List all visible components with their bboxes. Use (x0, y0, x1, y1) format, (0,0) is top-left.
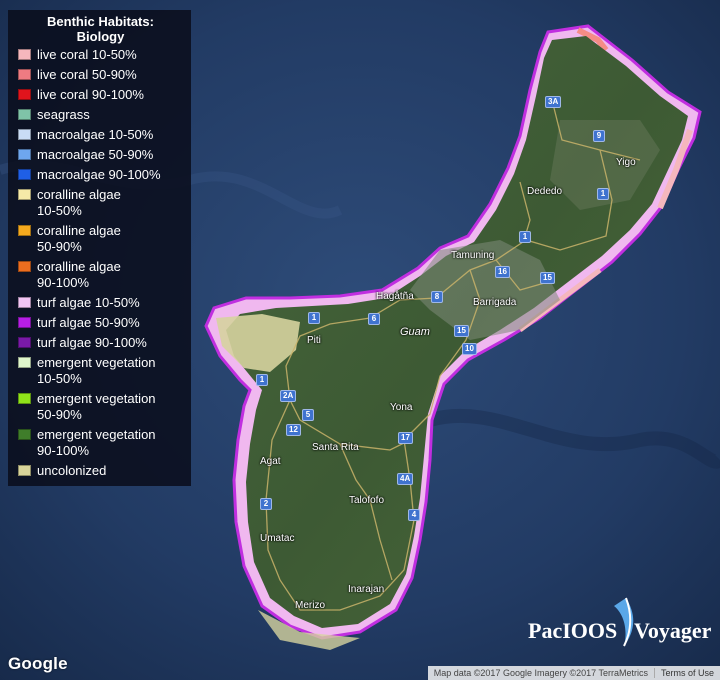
legend-swatch (18, 225, 31, 236)
legend-label: coralline algae 50-90% (37, 223, 121, 254)
legend-item: turf algae 10-50% (16, 295, 185, 311)
legend-item: live coral 10-50% (16, 47, 185, 63)
google-logo[interactable]: Google (8, 654, 68, 674)
legend-item: live coral 50-90% (16, 67, 185, 83)
legend-label: coralline algae 10-50% (37, 187, 121, 218)
legend-label: macroalgae 90-100% (37, 167, 161, 182)
place-dededo: Dededo (527, 186, 563, 197)
legend-swatch (18, 49, 31, 60)
legend-label: turf algae 10-50% (37, 295, 140, 310)
legend-swatch (18, 297, 31, 308)
place-umatac: Umatac (260, 533, 295, 544)
legend-swatch (18, 89, 31, 100)
legend-label: turf algae 90-100% (37, 335, 147, 350)
route-shield: 1 (308, 312, 320, 324)
legend-item: coralline algae 90-100% (16, 259, 185, 291)
route-shield: 17 (398, 432, 413, 444)
legend-swatch (18, 465, 31, 476)
legend-label: emergent vegetation 50-90% (37, 391, 156, 422)
legend-label: live coral 50-90% (37, 67, 137, 82)
legend-item: live coral 90-100% (16, 87, 185, 103)
legend-swatch (18, 149, 31, 160)
route-shield: 2A (280, 390, 297, 402)
route-shield: 15 (540, 272, 555, 284)
place-agat: Agat (260, 456, 281, 467)
legend-swatch (18, 129, 31, 140)
pacioos-voyager-logo[interactable]: PacIOOS Voyager (528, 596, 712, 656)
legend-label: live coral 90-100% (37, 87, 144, 102)
route-shield: 2 (260, 498, 272, 510)
legend-swatch (18, 357, 31, 368)
route-shield: 10 (462, 343, 477, 355)
legend-swatch (18, 109, 31, 120)
legend-label: emergent vegetation 90-100% (37, 427, 156, 458)
route-shield: 16 (495, 266, 510, 278)
route-shield: 6 (368, 313, 380, 325)
legend-item: emergent vegetation 10-50% (16, 355, 185, 387)
terms-of-use-link[interactable]: Terms of Use (653, 668, 720, 678)
legend-item: emergent vegetation 50-90% (16, 391, 185, 423)
legend-label: macroalgae 50-90% (37, 147, 154, 162)
legend-item: macroalgae 90-100% (16, 167, 185, 183)
place-guam: Guam (400, 326, 430, 338)
legend-swatch (18, 317, 31, 328)
legend-item: coralline algae 50-90% (16, 223, 185, 255)
route-shield: 5 (302, 409, 314, 421)
place-piti: Piti (307, 335, 321, 346)
legend-swatch (18, 393, 31, 404)
legend-title: Benthic Habitats: Biology (16, 14, 185, 44)
pacioos-wordmark: PacIOOS (528, 618, 618, 643)
place-santa-rita: Santa Rita (312, 442, 359, 453)
legend-label: emergent vegetation 10-50% (37, 355, 156, 386)
map-data-credit: Map data ©2017 Google Imagery ©2017 Terr… (433, 668, 648, 678)
legend-label: turf algae 50-90% (37, 315, 140, 330)
legend-label: live coral 10-50% (37, 47, 137, 62)
place-merizo: Merizo (295, 600, 326, 611)
place-talofofo: Talofofo (349, 495, 385, 506)
legend-item: uncolonized (16, 463, 185, 479)
route-shield: 15 (454, 325, 469, 337)
legend-item: emergent vegetation 90-100% (16, 427, 185, 459)
legend-label: coralline algae 90-100% (37, 259, 121, 290)
map-attribution: Map data ©2017 Google Imagery ©2017 Terr… (427, 666, 720, 680)
place-tamuning: Tamuning (451, 250, 495, 261)
place-inarajan: Inarajan (348, 584, 385, 595)
route-shield: 4A (397, 473, 414, 485)
legend-items: live coral 10-50% live coral 50-90% live c… (16, 47, 185, 479)
route-shield: 3A (545, 96, 562, 108)
legend-swatch (18, 69, 31, 80)
legend-swatch (18, 337, 31, 348)
route-shield: 12 (286, 424, 301, 436)
legend-item: coralline algae 10-50% (16, 187, 185, 219)
legend-label: macroalgae 10-50% (37, 127, 154, 142)
route-shield: 1 (597, 188, 609, 200)
legend-swatch (18, 189, 31, 200)
legend-item: seagrass (16, 107, 185, 123)
legend-title-line2: Biology (76, 29, 125, 44)
legend-item: macroalgae 50-90% (16, 147, 185, 163)
route-shield: 8 (431, 291, 443, 303)
legend-item: macroalgae 10-50% (16, 127, 185, 143)
route-shield: 1 (519, 231, 531, 243)
place-barrigada: Barrigada (473, 297, 517, 308)
place-yigo: Yigo (616, 157, 636, 168)
map-legend: Benthic Habitats: Biology live coral 10-… (8, 10, 191, 486)
legend-swatch (18, 169, 31, 180)
legend-swatch (18, 261, 31, 272)
legend-title-line1: Benthic Habitats: (47, 14, 154, 29)
route-shield: 1 (256, 374, 268, 386)
legend-label: seagrass (37, 107, 90, 122)
voyager-wordmark: Voyager (634, 618, 712, 643)
place-yona: Yona (390, 402, 413, 413)
legend-swatch (18, 429, 31, 440)
place-hagatna: Hagåtña (376, 291, 414, 302)
route-shield: 9 (593, 130, 605, 142)
legend-item: turf algae 50-90% (16, 315, 185, 331)
legend-item: turf algae 90-100% (16, 335, 185, 351)
route-shield: 4 (408, 509, 420, 521)
legend-label: uncolonized (37, 463, 107, 478)
